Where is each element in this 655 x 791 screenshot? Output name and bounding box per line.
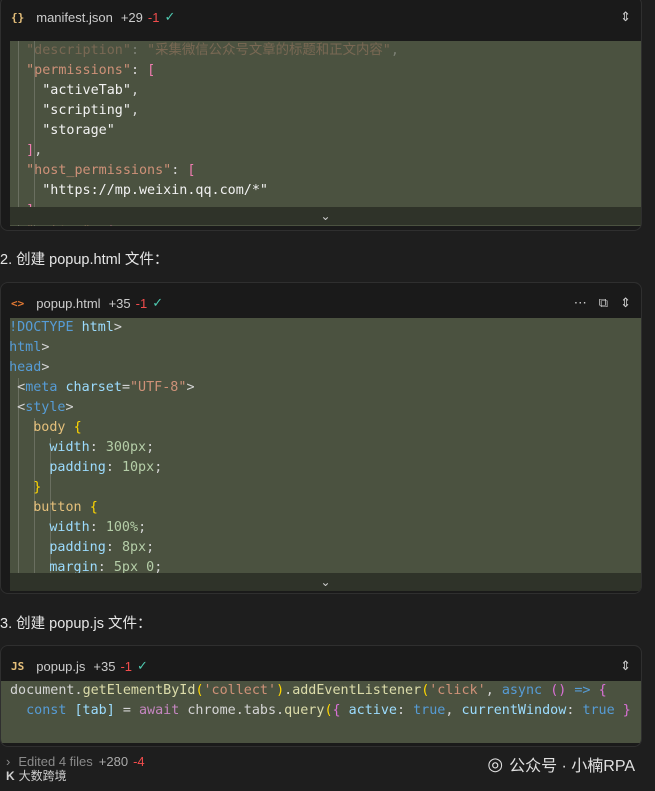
code-card-manifest: {} manifest.json +29 -1 ✓ ⇕ "description… bbox=[0, 0, 642, 231]
check-icon: ✓ bbox=[152, 295, 164, 310]
code-line: padding: 8px; bbox=[49, 540, 155, 555]
step-heading-3: 3. 创建 popup.js 文件： bbox=[0, 616, 152, 632]
brand-logo: K 大数跨境 bbox=[6, 767, 67, 784]
code-block: document.getElementById('collect').addEv… bbox=[1, 681, 641, 743]
logo-icon: K bbox=[6, 768, 15, 783]
code-block: "description": "采集微信公众号文章的标题和正文内容", "per… bbox=[10, 41, 641, 226]
code-line: const [tab] = await chrome.tabs.query({ … bbox=[26, 703, 631, 718]
removed-count: -1 bbox=[135, 295, 148, 311]
json-file-icon: {} bbox=[11, 10, 25, 24]
filename[interactable]: manifest.json bbox=[36, 10, 113, 25]
code-line: body { bbox=[33, 420, 82, 435]
chevron-down-icon: ⌄ bbox=[320, 575, 331, 589]
filename[interactable]: popup.js bbox=[36, 659, 85, 674]
js-file-icon: JS bbox=[11, 659, 25, 673]
copy-icon[interactable]: ⧉ bbox=[599, 295, 608, 311]
code-line: button { bbox=[33, 500, 98, 515]
code-line: document.getElementById('collect').addEv… bbox=[10, 683, 607, 698]
code-line: <style> bbox=[17, 400, 74, 415]
code-line: "activeTab", bbox=[42, 83, 139, 98]
added-count: +280 bbox=[98, 753, 129, 769]
code-line: "scripting", bbox=[42, 103, 139, 118]
logo-text: 大数跨境 bbox=[18, 769, 67, 783]
expand-collapse-icon[interactable]: ⇕ bbox=[620, 295, 631, 311]
code-line: <meta charset="UTF-8"> bbox=[17, 380, 195, 395]
code-line: <html> bbox=[10, 340, 50, 355]
card-header[interactable]: {} manifest.json +29 -1 ✓ ⇕ bbox=[1, 0, 641, 37]
code-line: width: 300px; bbox=[49, 440, 155, 455]
code-line: "host_permissions": [ bbox=[26, 163, 196, 178]
wechat-watermark: ◎ 公众号 · 小楠RPA bbox=[487, 752, 635, 776]
removed-count: -4 bbox=[133, 753, 145, 769]
code-card-popup-html: <> popup.html +35 -1 ✓ ⋯ ⧉ ⇕ <!DOCTYPE h… bbox=[0, 282, 642, 594]
expand-code-button[interactable]: ⌄ bbox=[10, 207, 641, 225]
added-count: +35 bbox=[108, 295, 131, 311]
code-line: "storage" bbox=[42, 123, 115, 138]
filename[interactable]: popup.html bbox=[36, 296, 100, 311]
code-line: <!DOCTYPE html> bbox=[10, 320, 122, 335]
expand-collapse-icon[interactable]: ⇕ bbox=[620, 658, 631, 674]
expand-collapse-icon[interactable]: ⇕ bbox=[620, 9, 631, 25]
added-count: +29 bbox=[120, 9, 143, 25]
check-icon: ✓ bbox=[164, 9, 176, 24]
watermark-text: 公众号 · 小楠RPA bbox=[509, 758, 635, 775]
code-line: "https://mp.weixin.qq.com/*" bbox=[42, 183, 268, 198]
check-icon: ✓ bbox=[137, 658, 148, 673]
code-block: <!DOCTYPE html> <html> <head> <meta char… bbox=[10, 318, 641, 588]
chevron-down-icon: ⌄ bbox=[320, 209, 331, 223]
html-file-icon: <> bbox=[11, 296, 25, 310]
card-header[interactable]: <> popup.html +35 -1 ✓ ⋯ ⧉ ⇕ bbox=[1, 283, 641, 323]
code-line: "permissions": [ bbox=[26, 63, 156, 78]
expand-code-button[interactable]: ⌄ bbox=[10, 573, 641, 591]
wechat-icon: ◎ bbox=[487, 753, 504, 774]
card-header[interactable]: JS popup.js +35 -1 ✓ ⇕ bbox=[1, 646, 641, 686]
more-icon[interactable]: ⋯ bbox=[574, 295, 587, 311]
added-count: +35 bbox=[93, 658, 116, 674]
removed-count: -1 bbox=[147, 9, 160, 25]
code-line: width: 100%; bbox=[49, 520, 147, 535]
code-line: padding: 10px; bbox=[49, 460, 163, 475]
code-line: <head> bbox=[10, 360, 50, 375]
step-heading-2: 2. 创建 popup.html 文件： bbox=[0, 252, 169, 268]
code-line: "description": "采集微信公众号文章的标题和正文内容", bbox=[26, 43, 399, 58]
code-line: ], bbox=[26, 143, 43, 158]
code-line: } bbox=[33, 480, 42, 495]
removed-count: -1 bbox=[120, 658, 133, 674]
code-card-popup-js: JS popup.js +35 -1 ✓ ⇕ document.getEleme… bbox=[0, 645, 642, 747]
